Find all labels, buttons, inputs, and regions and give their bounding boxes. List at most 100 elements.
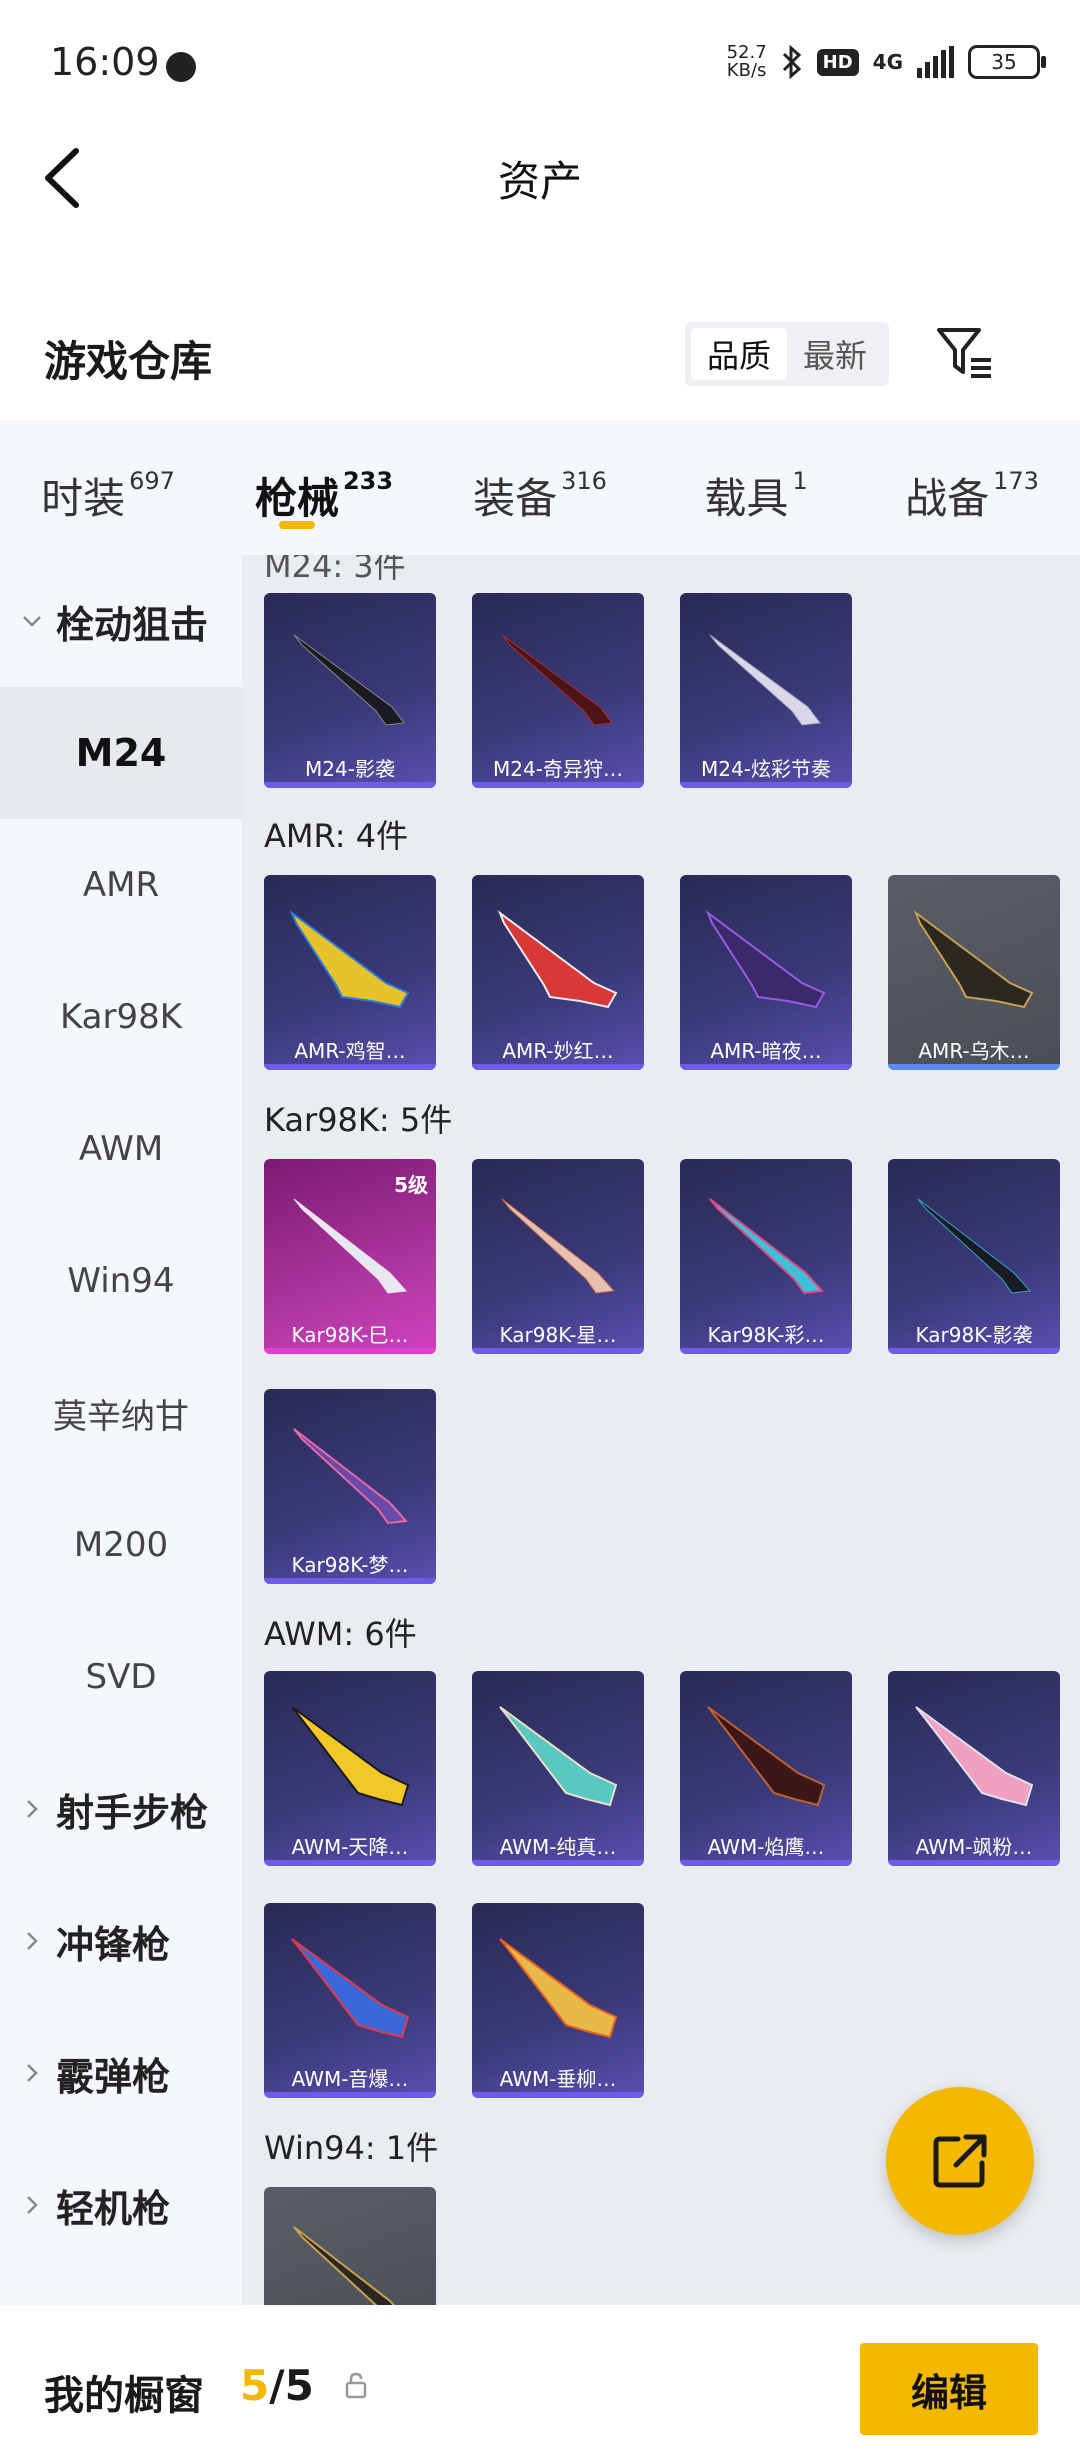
rarity-bar: [680, 1064, 852, 1070]
sidebar-item-mosin[interactable]: 莫辛纳甘: [0, 1347, 242, 1479]
item-label: AMR-乌木…: [918, 1039, 1030, 1063]
item-card[interactable]: Kar98K-影袭: [888, 1159, 1060, 1354]
tab-vehicles[interactable]: 载具 1: [648, 443, 864, 533]
sidebar-item-m200[interactable]: M200: [0, 1479, 242, 1611]
item-card[interactable]: Kar98K-彩…: [680, 1159, 852, 1354]
sidebar-item-awm[interactable]: AWM: [0, 1083, 242, 1215]
tab-firearms[interactable]: 枪械 233: [216, 443, 432, 533]
sidebar-item-m24[interactable]: M24: [0, 687, 242, 819]
item-label: AMR-暗夜…: [710, 1039, 822, 1063]
rarity-bar: [888, 1348, 1060, 1354]
tab-supplies[interactable]: 战备 173: [864, 443, 1080, 533]
sidebar-group-label: 冲锋枪: [56, 1922, 171, 1967]
item-card[interactable]: AWM-垂柳…: [472, 1903, 644, 2098]
item-card[interactable]: M24-奇异狩…: [472, 593, 644, 788]
item-card[interactable]: M24-影袭: [264, 593, 436, 788]
item-label: AMR-妙红…: [502, 1039, 614, 1063]
item-card[interactable]: AMR-暗夜…: [680, 875, 852, 1070]
item-label: AMR-鸡智…: [294, 1039, 406, 1063]
sort-latest-button[interactable]: 最新: [787, 328, 883, 380]
rifle-icon: [293, 634, 405, 726]
tab-equipment[interactable]: 装备 316: [432, 443, 648, 533]
category-title-awm: AWM: 6件: [264, 1615, 417, 1653]
rifle-icon: [293, 1428, 409, 1525]
item-label: AWM-飒粉…: [915, 1835, 1033, 1859]
chevron-right-icon: [27, 1800, 38, 1818]
item-card[interactable]: AWM-天降…: [264, 1671, 436, 1866]
rarity-bar: [472, 1860, 644, 1866]
status-time: 16:09: [50, 40, 160, 84]
item-label: AWM-垂柳…: [499, 2067, 617, 2091]
item-label: Kar98K-彩…: [707, 1323, 825, 1347]
item-label: Kar98K-梦…: [291, 1553, 409, 1577]
page-title: 资产: [497, 157, 582, 206]
rarity-bar: [680, 1348, 852, 1354]
rifle-icon: [707, 1706, 826, 1807]
item-card[interactable]: [264, 2187, 436, 2305]
rifle-icon: [709, 634, 821, 726]
share-fab[interactable]: [886, 2087, 1034, 2235]
tab-count: 233: [342, 466, 394, 495]
item-card[interactable]: AMR-鸡智…: [264, 875, 436, 1070]
item-card[interactable]: M24-炫彩节奏: [680, 593, 852, 788]
rarity-bar: [888, 1860, 1060, 1866]
rifle-icon: [291, 1938, 410, 2039]
edit-button[interactable]: 编辑: [860, 2343, 1038, 2435]
inventory-grid: M24: 3件 M24-影袭 M24-奇异狩… M24-炫彩节奏 AMR: 4件…: [242, 555, 1080, 2305]
item-card[interactable]: 5级 Kar98K-巳…: [264, 1159, 436, 1354]
sidebar-group-lmg[interactable]: 轻机枪: [0, 2139, 242, 2271]
chevron-right-icon: [27, 1932, 38, 1950]
category-title-amr: AMR: 4件: [264, 817, 409, 855]
rarity-bar: [472, 782, 644, 788]
network-type: 4G: [872, 50, 903, 74]
status-bar: 16:09 52.7 KB/s HD 4G 35: [0, 0, 1080, 130]
rarity-bar: [264, 1860, 436, 1866]
rifle-icon: [289, 910, 410, 1009]
filter-icon[interactable]: [935, 326, 995, 382]
sidebar-item-kar98k[interactable]: Kar98K: [0, 951, 242, 1083]
item-card[interactable]: AWM-音爆…: [264, 1903, 436, 2098]
item-card[interactable]: AMR-妙红…: [472, 875, 644, 1070]
showcase-count: 5/5: [240, 2361, 314, 2410]
battery-icon: 35: [968, 45, 1046, 79]
sidebar-item-svd[interactable]: SVD: [0, 1611, 242, 1743]
hd-badge: HD: [816, 48, 859, 76]
rarity-bar: [680, 782, 852, 788]
chevron-right-icon: [27, 2196, 38, 2214]
rarity-bar: [680, 1860, 852, 1866]
sidebar-group-smg[interactable]: 冲锋枪: [0, 1875, 242, 2007]
rifle-icon: [705, 910, 826, 1009]
tab-label: 载具: [704, 473, 789, 523]
tab-count: 697: [129, 466, 175, 495]
item-card[interactable]: AMR-乌木…: [888, 875, 1060, 1070]
rarity-bar: [888, 1064, 1060, 1070]
item-label: Kar98K-星…: [499, 1323, 617, 1347]
sidebar-group-bolt-action[interactable]: 栓动狙击: [0, 555, 242, 687]
item-card[interactable]: AWM-纯真…: [472, 1671, 644, 1866]
sidebar-group-label: 轻机枪: [56, 2186, 171, 2231]
bluetooth-icon: [782, 45, 801, 79]
rifle-icon: [501, 634, 613, 726]
sort-quality-button[interactable]: 品质: [691, 328, 788, 380]
sidebar-group-dmr[interactable]: 射手步枪: [0, 1743, 242, 1875]
weapon-sidebar: 栓动狙击 M24 AMR Kar98K AWM Win94 莫辛纳甘 M200 …: [0, 555, 242, 2305]
item-card[interactable]: AWM-飒粉…: [888, 1671, 1060, 1866]
sidebar-item-win94[interactable]: Win94: [0, 1215, 242, 1347]
showcase-current: 5: [240, 2361, 270, 2410]
rifle-icon: [293, 1198, 408, 1294]
item-card[interactable]: Kar98K-星…: [472, 1159, 644, 1354]
item-label: M24-炫彩节奏: [701, 757, 831, 781]
tab-fashion[interactable]: 时装 697: [0, 443, 216, 533]
category-title-win94: Win94: 1件: [264, 2129, 439, 2167]
item-card[interactable]: AWM-焰鹰…: [680, 1671, 852, 1866]
sidebar-group-shotgun[interactable]: 霰弹枪: [0, 2007, 242, 2139]
showcase-label: 我的橱窗: [44, 2373, 204, 2419]
item-card[interactable]: Kar98K-梦…: [264, 1389, 436, 1584]
rarity-bar: [472, 1064, 644, 1070]
rarity-bar: [264, 782, 436, 788]
item-label: AWM-纯真…: [499, 1835, 617, 1859]
rifle-icon: [915, 1706, 1034, 1807]
sidebar-item-amr[interactable]: AMR: [0, 819, 242, 951]
rarity-bar: [264, 1578, 436, 1584]
clock-icon: [166, 52, 196, 82]
